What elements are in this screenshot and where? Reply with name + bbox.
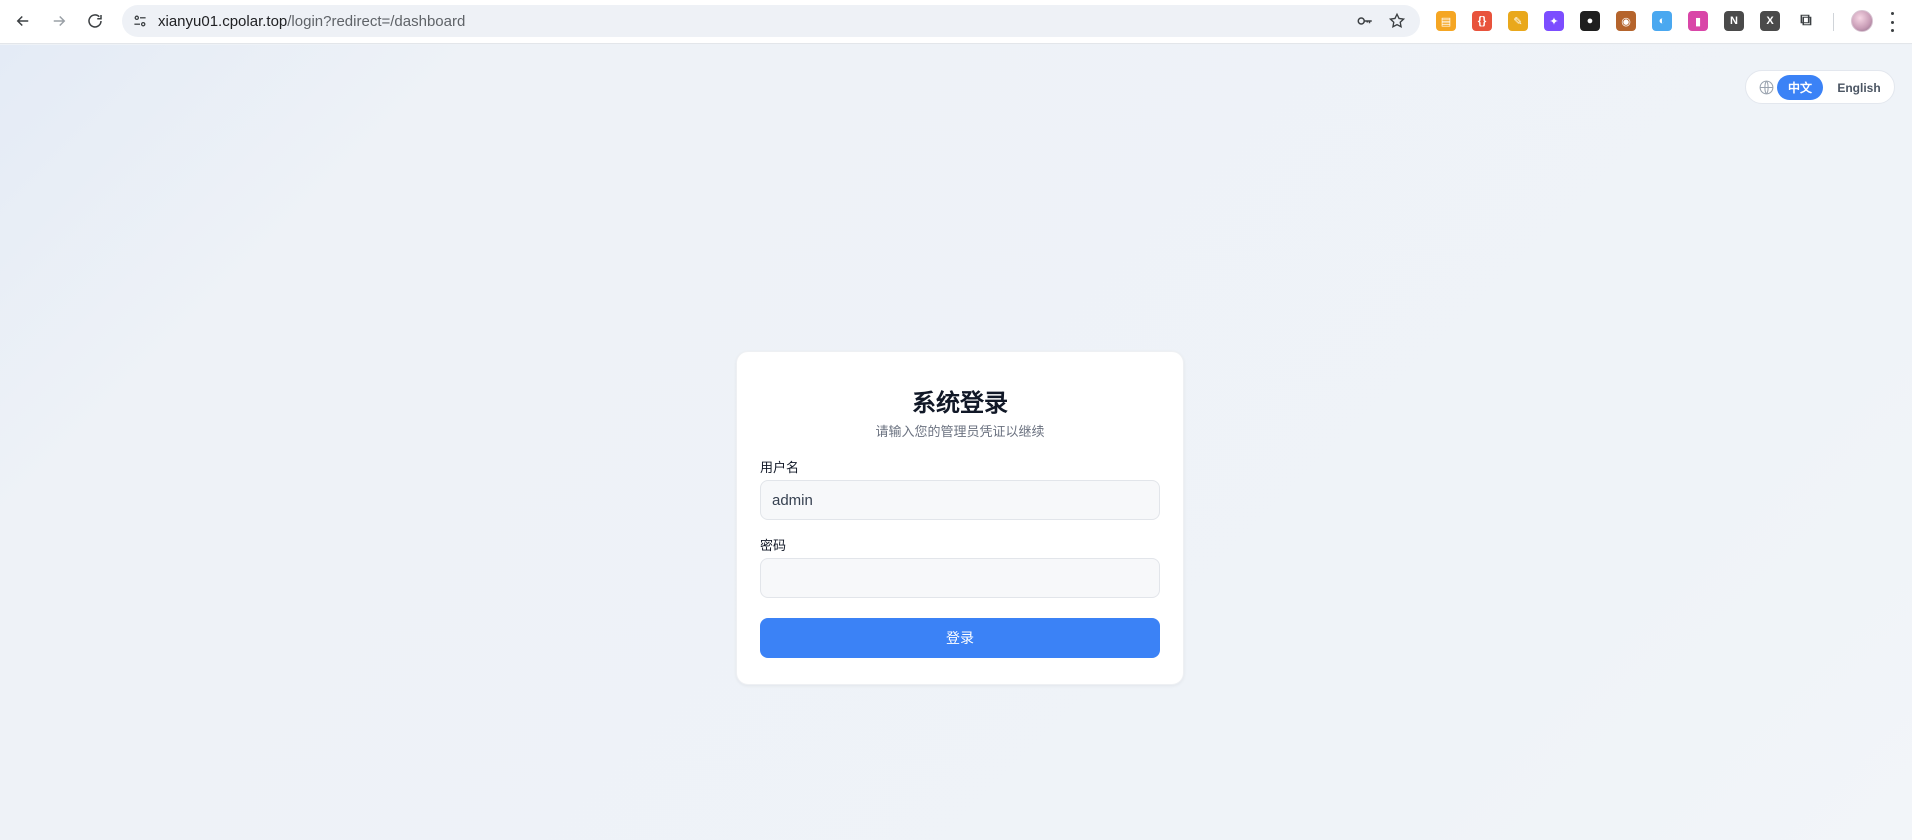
address-bar[interactable]: xianyu01.cpolar.top/login?redirect=/dash… xyxy=(122,5,1420,37)
reload-icon[interactable] xyxy=(80,6,110,36)
url-host: xianyu01.cpolar.top xyxy=(158,13,288,30)
login-subtitle: 请输入您的管理员凭证以继续 xyxy=(875,424,1045,439)
ext-x-icon[interactable]: X xyxy=(1760,11,1780,31)
login-page: 中文 English 系统登录 请输入您的管理员凭证以继续 用户名 密码 登录 xyxy=(0,45,1912,840)
browser-toolbar: xianyu01.cpolar.top/login?redirect=/dash… xyxy=(0,0,1912,44)
password-key-icon[interactable] xyxy=(1356,12,1374,30)
browser-menu-icon[interactable] xyxy=(1885,12,1899,32)
login-button[interactable]: 登录 xyxy=(760,618,1160,658)
url-path: /login?redirect=/dashboard xyxy=(287,13,466,30)
ext-color-wheel-icon[interactable]: ◐ xyxy=(1652,11,1672,31)
profile-avatar[interactable] xyxy=(1851,10,1873,32)
toolbar-divider xyxy=(1833,13,1834,31)
login-card: 系统登录 请输入您的管理员凭证以继续 用户名 密码 登录 xyxy=(736,351,1184,685)
login-title: 系统登录 xyxy=(912,390,1008,417)
password-input[interactable] xyxy=(760,558,1160,598)
ext-notes-icon[interactable]: ▤ xyxy=(1436,11,1456,31)
extensions-puzzle-icon[interactable]: ⧉ xyxy=(1796,11,1816,31)
back-arrow-icon[interactable] xyxy=(8,6,38,36)
globe-icon xyxy=(1759,80,1774,95)
forward-arrow-icon[interactable] xyxy=(44,6,74,36)
username-label: 用户名 xyxy=(760,460,800,475)
bookmark-star-icon[interactable] xyxy=(1388,12,1406,30)
ext-tool-icon[interactable]: ✎ xyxy=(1508,11,1528,31)
site-info-icon[interactable] xyxy=(130,11,150,31)
language-option-zh[interactable]: 中文 xyxy=(1777,75,1823,100)
ext-gift-icon[interactable]: ▮ xyxy=(1688,11,1708,31)
ext-panda-icon[interactable]: ● xyxy=(1580,11,1600,31)
ext-sparkle-icon[interactable]: ✦ xyxy=(1544,11,1564,31)
url-text[interactable]: xianyu01.cpolar.top/login?redirect=/dash… xyxy=(158,13,465,30)
username-input[interactable] xyxy=(760,480,1160,520)
password-label: 密码 xyxy=(760,538,787,553)
language-option-en[interactable]: English xyxy=(1829,75,1889,100)
ext-cat-icon[interactable]: ◉ xyxy=(1616,11,1636,31)
ext-braces-icon[interactable]: {} xyxy=(1472,11,1492,31)
language-switcher: 中文 English xyxy=(1745,70,1895,104)
ext-notion-icon[interactable]: N xyxy=(1724,11,1744,31)
